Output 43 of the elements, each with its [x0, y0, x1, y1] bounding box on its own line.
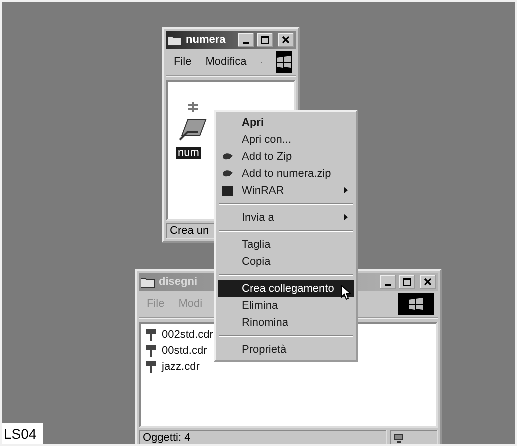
menu-item[interactable]: Crea collegamento [218, 280, 354, 297]
file-name[interactable]: 00std.cdr [160, 345, 210, 357]
window-title: numera [186, 34, 227, 46]
menu-item[interactable]: Proprietà [218, 341, 354, 358]
close-button[interactable] [420, 275, 436, 289]
file-icon [145, 360, 157, 374]
maximize-button[interactable] [399, 275, 415, 289]
maximize-button[interactable] [257, 33, 273, 47]
minimize-button[interactable] [380, 275, 396, 289]
file-name[interactable]: jazz.cdr [160, 361, 202, 373]
menu-item[interactable]: Add to numera.zip [218, 165, 354, 182]
menu-item[interactable]: Copia [218, 253, 354, 270]
close-icon [282, 36, 290, 44]
file-name[interactable]: 002std.cdr [160, 329, 216, 341]
submenu-arrow-icon [344, 214, 348, 221]
figure-label: LS04 [2, 423, 43, 444]
menu-item[interactable]: File [174, 56, 192, 68]
menu-item[interactable]: Elimina [218, 297, 354, 314]
window-title: disegni [159, 276, 199, 288]
close-icon [424, 278, 432, 286]
minimize-button[interactable] [238, 33, 254, 47]
menu-item[interactable]: Modifica [206, 56, 247, 68]
mouse-pointer-icon [341, 285, 351, 300]
menu-item[interactable]: Rinomina [218, 314, 354, 331]
file-icon [145, 344, 157, 358]
close-button[interactable] [278, 33, 294, 47]
menu-item[interactable]: Apri con... [218, 131, 354, 148]
folder-icon [141, 276, 155, 288]
logo-icon [398, 293, 434, 315]
file-icon [145, 328, 157, 342]
maximize-icon [261, 36, 269, 44]
menu-item[interactable]: Add to Zip [218, 148, 354, 165]
status-text: Oggetti: 4 [139, 430, 387, 444]
maximize-icon [403, 278, 411, 286]
file-name[interactable]: num [176, 147, 202, 159]
menu-item[interactable]: Taglia [218, 236, 354, 253]
menu-item[interactable]: WinRAR [218, 182, 354, 199]
submenu-arrow-icon [344, 187, 348, 194]
menu-item[interactable]: Apri [218, 114, 354, 131]
computer-icon [394, 434, 404, 442]
folder-icon [168, 34, 182, 46]
menu-item[interactable]: Invia a [218, 209, 354, 226]
logo-icon [276, 51, 292, 73]
